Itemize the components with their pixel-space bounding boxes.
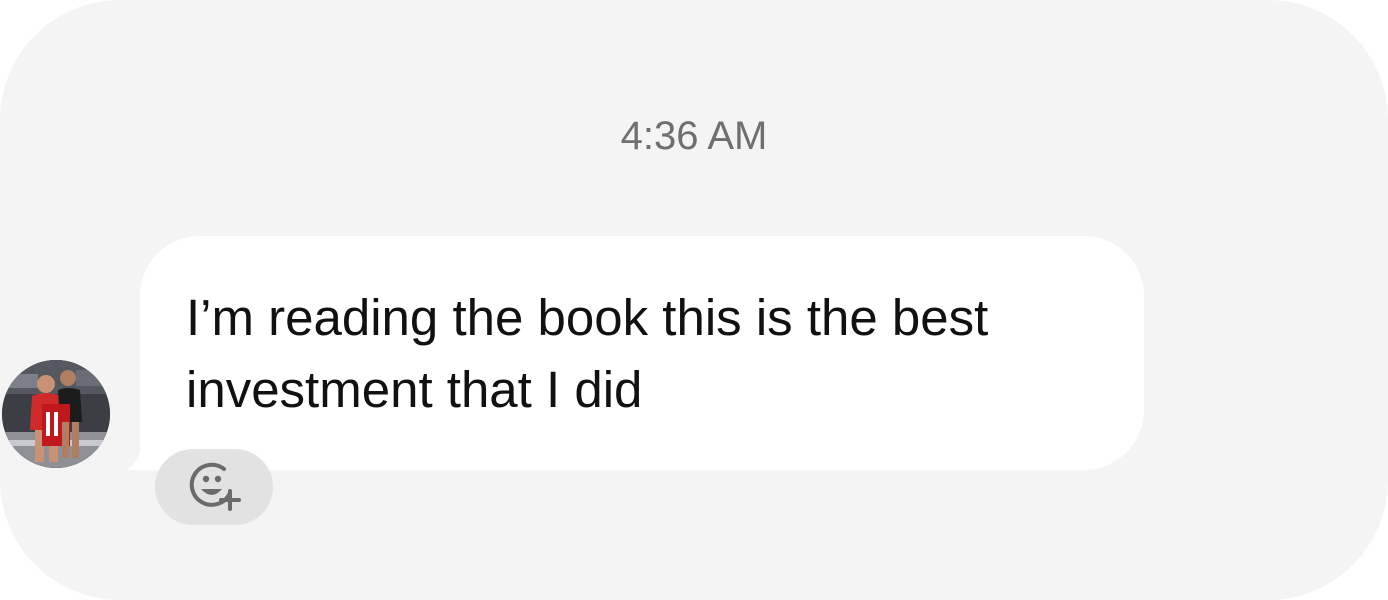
add-reaction-button[interactable] <box>155 449 273 525</box>
message-text: I’m reading the book this is the best in… <box>186 289 989 418</box>
message-bubble[interactable]: I’m reading the book this is the best in… <box>140 236 1144 470</box>
chat-thread: 4:36 AM I’m reading the book this is the… <box>0 0 1388 600</box>
message-timestamp: 4:36 AM <box>620 114 768 158</box>
sender-avatar[interactable] <box>2 360 110 468</box>
avatar-photo <box>2 360 110 468</box>
add-reaction-icon <box>189 462 241 511</box>
